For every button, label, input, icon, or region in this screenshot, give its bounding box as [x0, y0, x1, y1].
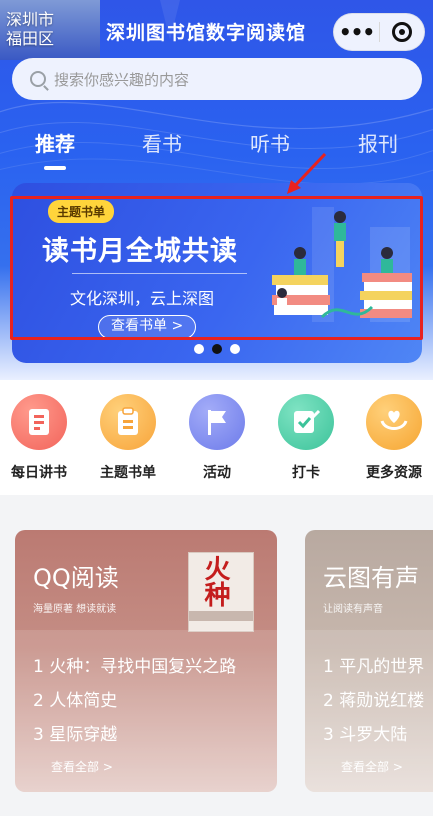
close-target-icon[interactable] [380, 22, 424, 42]
clipboard-icon [100, 394, 156, 450]
active-tab-indicator [44, 166, 66, 170]
flag-icon [189, 394, 245, 450]
pagination-dot-active[interactable] [212, 344, 222, 354]
list-item[interactable]: 3 星际穿越 [33, 720, 117, 745]
pagination-dot[interactable] [230, 344, 240, 354]
tab-books[interactable]: 看书 [142, 128, 182, 157]
card-subtitle: 海量原著 想读就读 [33, 604, 117, 615]
quick-label: 主题书单 [100, 465, 156, 481]
location-city: 深圳市 [6, 10, 55, 29]
quick-label: 更多资源 [366, 465, 422, 481]
card-subtitle: 让阅读有声音 [323, 604, 383, 615]
yuntu-audio-card[interactable]: 云图有声 让阅读有声音 1 平凡的世界 2 蒋勋说红楼 3 斗罗大陆 查看全部 … [305, 530, 433, 792]
search-bar[interactable]: 搜索你感兴趣的内容 [12, 58, 422, 100]
quick-theme-booklist[interactable]: 主题书单 [88, 394, 168, 482]
book-card-icon [11, 394, 67, 450]
check-pen-icon [278, 394, 334, 450]
search-icon [30, 71, 46, 87]
list-item[interactable]: 2 蒋勋说红楼 [323, 686, 424, 711]
heart-hand-icon [366, 394, 422, 450]
card-title: 云图有声 [323, 564, 419, 592]
list-item[interactable]: 3 斗罗大陆 [323, 720, 407, 745]
annotation-arrow-icon [287, 152, 327, 194]
annotation-highlight-box [10, 196, 423, 340]
quick-checkin[interactable]: 打卡 [266, 394, 346, 482]
banner-pagination [194, 344, 242, 354]
qq-reading-card[interactable]: QQ阅读 海量原著 想读就读 火种 1 火种：寻找中国复兴之路 2 人体简史 3… [15, 530, 277, 792]
tab-recommend[interactable]: 推荐 [35, 128, 75, 157]
quick-daily-talk[interactable]: 每日讲书 [0, 394, 79, 482]
quick-label: 活动 [203, 465, 231, 481]
page: 深圳市 福田区 深圳图书馆数字阅读馆 ••• 搜索你感兴趣的内容 推荐 看书 听… [0, 0, 433, 816]
card-header: QQ阅读 海量原著 想读就读 火种 [15, 530, 277, 632]
view-all-link[interactable]: 查看全部 > [51, 758, 113, 775]
book-cover-band [189, 611, 253, 621]
mini-program-capsule: ••• [333, 13, 425, 51]
list-item[interactable]: 1 火种：寻找中国复兴之路 [33, 652, 236, 677]
location-label[interactable]: 深圳市 福田区 [6, 10, 54, 48]
list-item[interactable]: 2 人体简史 [33, 686, 117, 711]
list-item[interactable]: 1 平凡的世界 [323, 652, 424, 677]
pagination-dot[interactable] [194, 344, 204, 354]
book-cover-title: 火种 [200, 555, 230, 607]
book-cover[interactable]: 火种 [188, 552, 254, 632]
tab-audiobooks[interactable]: 听书 [250, 128, 290, 157]
quick-activities[interactable]: 活动 [177, 394, 257, 482]
quick-actions: 每日讲书 主题书单 活动 打卡 更多资源 [0, 380, 433, 495]
quick-more-resources[interactable]: 更多资源 [354, 394, 433, 482]
tab-newspapers[interactable]: 报刊 [358, 128, 398, 157]
more-dots-icon[interactable]: ••• [334, 20, 379, 44]
quick-label: 每日讲书 [11, 465, 67, 481]
card-title: QQ阅读 [33, 564, 119, 592]
location-district: 福田区 [6, 29, 55, 48]
search-placeholder: 搜索你感兴趣的内容 [54, 70, 190, 89]
category-tabs: 推荐 看书 听书 报刊 [0, 128, 433, 170]
view-all-link[interactable]: 查看全部 > [341, 758, 403, 775]
app-title: 深圳图书馆数字阅读馆 [106, 22, 307, 44]
quick-label: 打卡 [292, 465, 320, 481]
card-header: 云图有声 让阅读有声音 [305, 530, 433, 630]
